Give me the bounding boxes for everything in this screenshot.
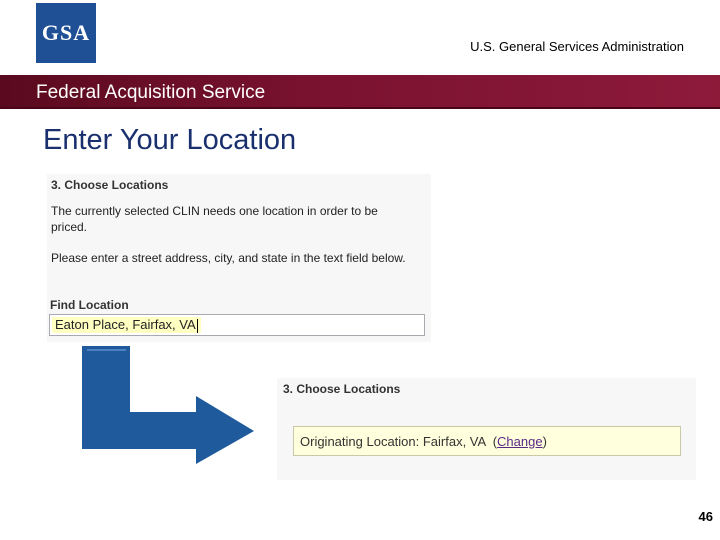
originating-location-text: Originating Location: Fairfax, VA (Chang…: [300, 434, 547, 449]
choose-locations-panel: 3. Choose Locations The currently select…: [47, 174, 431, 342]
panel-heading: 3. Choose Locations: [51, 178, 169, 192]
gsa-logo-text: GSA: [41, 20, 91, 45]
choose-locations-result-panel: 3. Choose Locations Originating Location…: [277, 378, 696, 480]
text-caret: [196, 318, 198, 333]
paren-close: ): [542, 434, 547, 449]
result-panel-heading: 3. Choose Locations: [283, 382, 401, 396]
instruction-paragraph-2: Please enter a street address, city, and…: [51, 251, 406, 265]
instruction-paragraph-1: The currently selected CLIN needs one lo…: [51, 204, 378, 234]
originating-location-box: Originating Location: Fairfax, VA (Chang…: [293, 426, 681, 456]
agency-name: U.S. General Services Administration: [470, 39, 684, 54]
banner-title: Federal Acquisition Service: [36, 82, 266, 103]
change-location-link[interactable]: Change: [497, 434, 543, 449]
service-banner: Federal Acquisition Service: [0, 75, 720, 109]
location-input-value: Eaton Place, Fairfax, VA: [52, 317, 201, 333]
originating-location-label: Originating Location: Fairfax, VA: [300, 434, 486, 449]
page-title: Enter Your Location: [43, 124, 297, 156]
find-location-input[interactable]: Eaton Place, Fairfax, VA: [49, 314, 425, 336]
find-location-label: Find Location: [50, 298, 129, 312]
page-number: 46: [698, 509, 713, 524]
elbow-arrow-icon: [82, 346, 254, 464]
gsa-logo: GSA: [36, 3, 96, 63]
location-input-text: Eaton Place, Fairfax, VA: [55, 317, 196, 332]
